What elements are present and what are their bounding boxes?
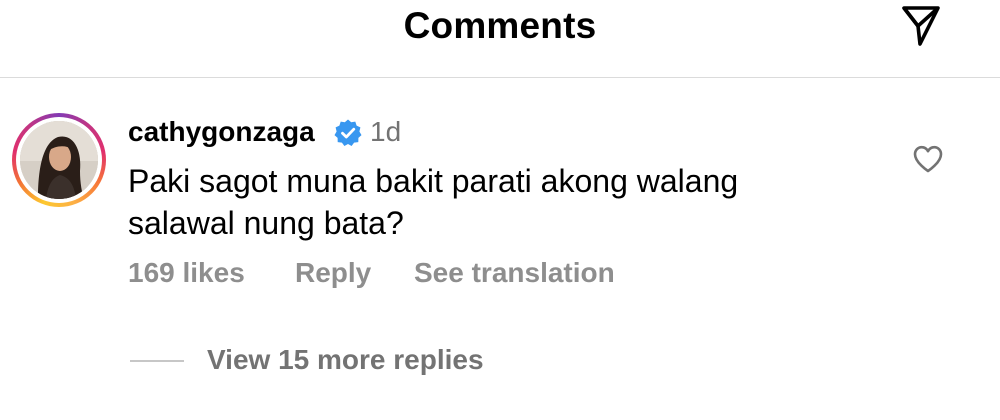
comments-header: Comments [0, 0, 1000, 78]
send-button[interactable] [890, 0, 950, 52]
avatar-ring-gap [16, 117, 102, 203]
avatar[interactable] [20, 121, 98, 199]
verified-badge-icon [333, 118, 363, 148]
comment-text: Paki sagot muna bakit parati akong walan… [128, 163, 739, 241]
heart-icon [913, 145, 943, 173]
comment-username[interactable]: cathygonzaga [128, 116, 315, 148]
paper-plane-icon [902, 6, 940, 46]
avatar-photo [20, 121, 98, 199]
see-translation-button[interactable]: See translation [414, 255, 615, 291]
like-button[interactable] [912, 143, 944, 175]
view-replies-label: View 15 more replies [207, 344, 484, 375]
page-title: Comments [403, 5, 597, 46]
replies-divider-line [130, 360, 184, 362]
comment-timestamp: 1d [370, 116, 402, 147]
reply-button[interactable]: Reply [295, 255, 371, 291]
story-ring[interactable] [12, 113, 106, 207]
likes-count[interactable]: 169 likes [128, 255, 245, 291]
